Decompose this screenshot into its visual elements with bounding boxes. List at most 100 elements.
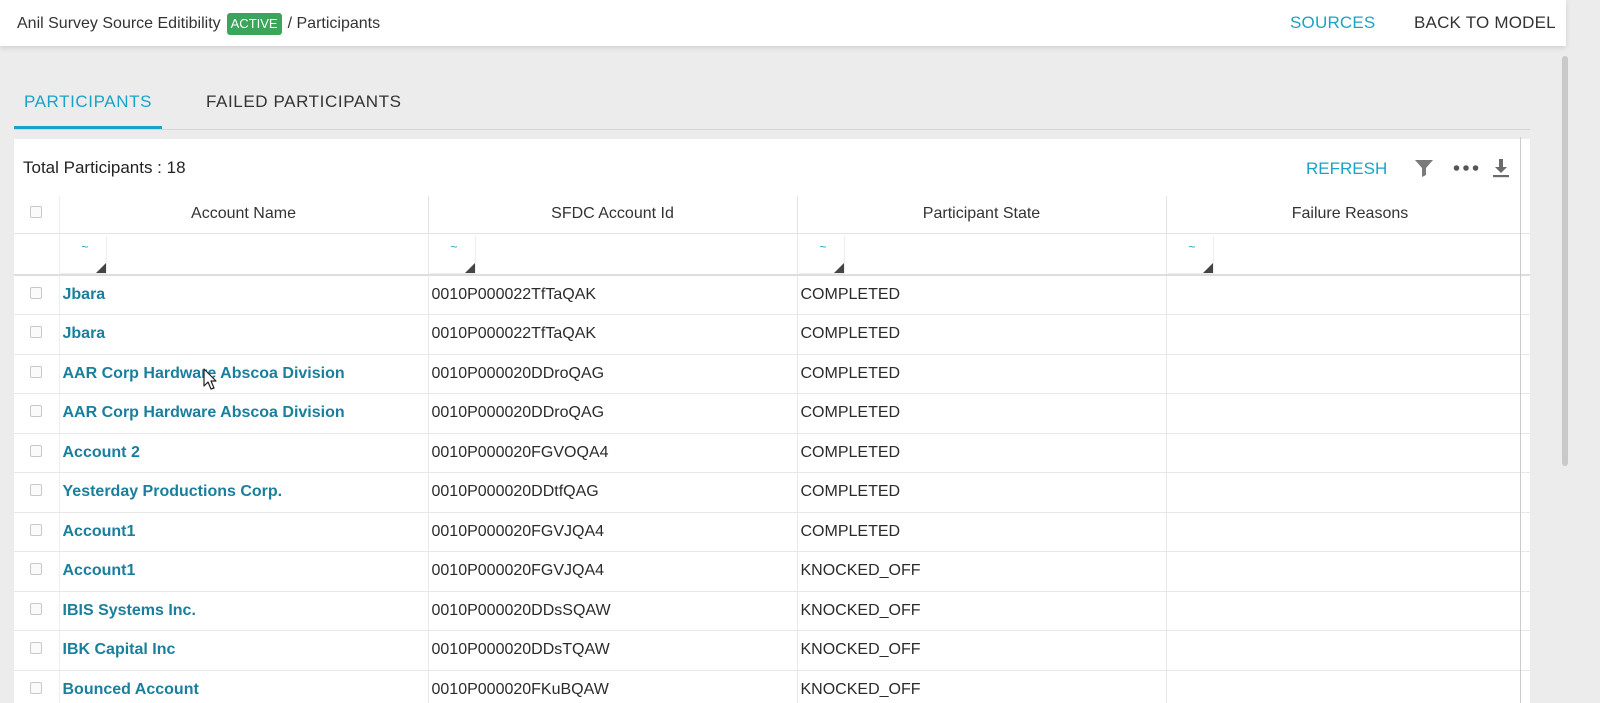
participants-panel: Total Participants : 18 REFRESH Account … xyxy=(14,139,1530,703)
col-header-participant-state[interactable]: Participant State xyxy=(797,196,1167,234)
col-header-sfdc-account-id[interactable]: SFDC Account Id xyxy=(428,196,798,234)
row-checkbox[interactable] xyxy=(30,602,43,615)
table-row: AAR Corp Hardware Abscoa Division 0010P00… xyxy=(14,393,1530,434)
participant-state: KNOCKED_OFF xyxy=(797,551,1167,592)
resize-corner-icon xyxy=(833,262,844,273)
row-checkbox[interactable] xyxy=(30,642,43,655)
account-name-link[interactable]: AAR Corp Hardware Abscoa Division xyxy=(59,354,429,394)
resize-corner-icon xyxy=(464,262,475,273)
filter-cell-sfdc-account-id[interactable]: ~ xyxy=(428,233,798,276)
participant-state: COMPLETED xyxy=(797,433,1167,473)
table-row: IBIS Systems Inc. 0010P000020DDsSQAW KNOCK… xyxy=(14,591,1530,631)
filter-tilde-icon: ~ xyxy=(1188,239,1196,254)
sfdc-account-id: 0010P000020FKuBQAW xyxy=(428,670,798,703)
table-scrollbar[interactable] xyxy=(1520,137,1521,703)
row-checkbox[interactable] xyxy=(30,444,43,457)
row-checkbox-cell xyxy=(14,393,60,434)
account-name-link[interactable]: Jbara xyxy=(59,275,429,315)
participant-state: KNOCKED_OFF xyxy=(797,670,1167,703)
row-checkbox[interactable] xyxy=(30,563,43,576)
sfdc-account-id: 0010P000020DDroQAG xyxy=(428,393,798,434)
header-row: Account Name SFDC Account Id Participant… xyxy=(14,196,1530,234)
top-bar: Anil Survey Source Editibility ACTIVE / … xyxy=(0,0,1566,46)
account-name-link[interactable]: AAR Corp Hardware Abscoa Division xyxy=(59,393,429,434)
download-icon[interactable] xyxy=(1488,155,1514,181)
page-scrollbar[interactable] xyxy=(1562,56,1568,466)
row-checkbox-cell xyxy=(14,275,60,315)
failure-reason xyxy=(1166,314,1530,355)
sfdc-account-id: 0010P000020DDroQAG xyxy=(428,354,798,394)
filter-input-account-name[interactable]: ~ xyxy=(60,235,107,273)
more-icon[interactable] xyxy=(1453,155,1479,181)
filter-input-failure-reasons[interactable]: ~ xyxy=(1167,235,1214,273)
account-name-link[interactable]: Account1 xyxy=(59,512,429,552)
row-checkbox-cell xyxy=(14,472,60,513)
account-name-link[interactable]: IBK Capital Inc xyxy=(59,630,429,671)
account-name-link[interactable]: Jbara xyxy=(59,314,429,355)
failure-reason xyxy=(1166,630,1530,671)
mouse-cursor-icon xyxy=(203,368,219,397)
tab-bar: PARTICIPANTS FAILED PARTICIPANTS xyxy=(14,88,1530,130)
failure-reason xyxy=(1166,275,1530,315)
tab-failed-participants[interactable]: FAILED PARTICIPANTS xyxy=(206,92,402,126)
account-name-link[interactable]: Yesterday Productions Corp. xyxy=(59,472,429,513)
row-checkbox-cell xyxy=(14,591,60,631)
row-checkbox-cell xyxy=(14,512,60,552)
sfdc-account-id: 0010P000022TfTaQAK xyxy=(428,314,798,355)
participant-state: COMPLETED xyxy=(797,472,1167,513)
row-checkbox-cell xyxy=(14,551,60,592)
filter-cell-failure-reasons[interactable]: ~ xyxy=(1166,233,1530,276)
row-checkbox[interactable] xyxy=(30,365,43,378)
row-checkbox-cell xyxy=(14,433,60,473)
failure-reason xyxy=(1166,393,1530,434)
breadcrumb-current: / Participants xyxy=(287,15,381,32)
row-checkbox-cell xyxy=(14,314,60,355)
table-row: AAR Corp Hardware Abscoa Division 0010P00… xyxy=(14,354,1530,394)
sfdc-account-id: 0010P000020DDtfQAG xyxy=(428,472,798,513)
filter-cell-account-name[interactable]: ~ xyxy=(59,233,429,276)
filter-spacer xyxy=(14,233,60,276)
sfdc-account-id: 0010P000020FGVJQA4 xyxy=(428,512,798,552)
filter-input-sfdc-account-id[interactable]: ~ xyxy=(429,235,476,273)
table-row: Jbara 0010P000022TfTaQAK COMPLETED xyxy=(14,275,1530,315)
account-name-link[interactable]: Account 2 xyxy=(59,433,429,473)
filter-input-participant-state[interactable]: ~ xyxy=(798,235,845,273)
sfdc-account-id: 0010P000020DDsTQAW xyxy=(428,630,798,671)
failure-reason xyxy=(1166,472,1530,513)
back-to-model-link[interactable]: BACK TO MODEL xyxy=(1414,13,1556,33)
participant-state: COMPLETED xyxy=(797,314,1167,355)
resize-corner-icon xyxy=(1202,262,1213,273)
participants-table: Account Name SFDC Account Id Participant… xyxy=(14,196,1530,703)
filter-cell-participant-state[interactable]: ~ xyxy=(797,233,1167,276)
participant-state: KNOCKED_OFF xyxy=(797,630,1167,671)
row-checkbox[interactable] xyxy=(30,681,43,694)
account-name-link[interactable]: Bounced Account xyxy=(59,670,429,703)
survey-name[interactable]: Anil Survey Source Editibility xyxy=(17,15,221,33)
select-all-cell xyxy=(14,196,60,234)
tab-participants[interactable]: PARTICIPANTS xyxy=(14,92,162,129)
row-checkbox[interactable] xyxy=(30,405,43,418)
total-participants: Total Participants : 18 xyxy=(23,158,186,177)
row-checkbox-cell xyxy=(14,630,60,671)
row-checkbox[interactable] xyxy=(30,326,43,339)
table-row: Jbara 0010P000022TfTaQAK COMPLETED xyxy=(14,314,1530,355)
table-row: Account 2 0010P000020FGVOQA4 COMPLETED xyxy=(14,433,1530,473)
failure-reason xyxy=(1166,670,1530,703)
refresh-button[interactable]: REFRESH xyxy=(1306,159,1387,179)
row-checkbox[interactable] xyxy=(30,484,43,497)
row-checkbox[interactable] xyxy=(30,523,43,536)
table-row: Account1 0010P000020FGVJQA4 COMPLETED xyxy=(14,512,1530,552)
filter-icon[interactable] xyxy=(1411,155,1437,181)
account-name-link[interactable]: Account1 xyxy=(59,551,429,592)
participant-state: COMPLETED xyxy=(797,393,1167,434)
select-all-checkbox[interactable] xyxy=(30,206,43,219)
account-name-link[interactable]: IBIS Systems Inc. xyxy=(59,591,429,631)
participant-state: KNOCKED_OFF xyxy=(797,591,1167,631)
col-header-account-name[interactable]: Account Name xyxy=(59,196,429,234)
table-row: Yesterday Productions Corp. 0010P000020DD… xyxy=(14,472,1530,513)
col-header-failure-reasons[interactable]: Failure Reasons xyxy=(1166,196,1530,234)
sfdc-account-id: 0010P000020DDsSQAW xyxy=(428,591,798,631)
filter-tilde-icon: ~ xyxy=(450,239,458,254)
sources-link[interactable]: SOURCES xyxy=(1290,13,1375,33)
row-checkbox[interactable] xyxy=(30,287,43,299)
